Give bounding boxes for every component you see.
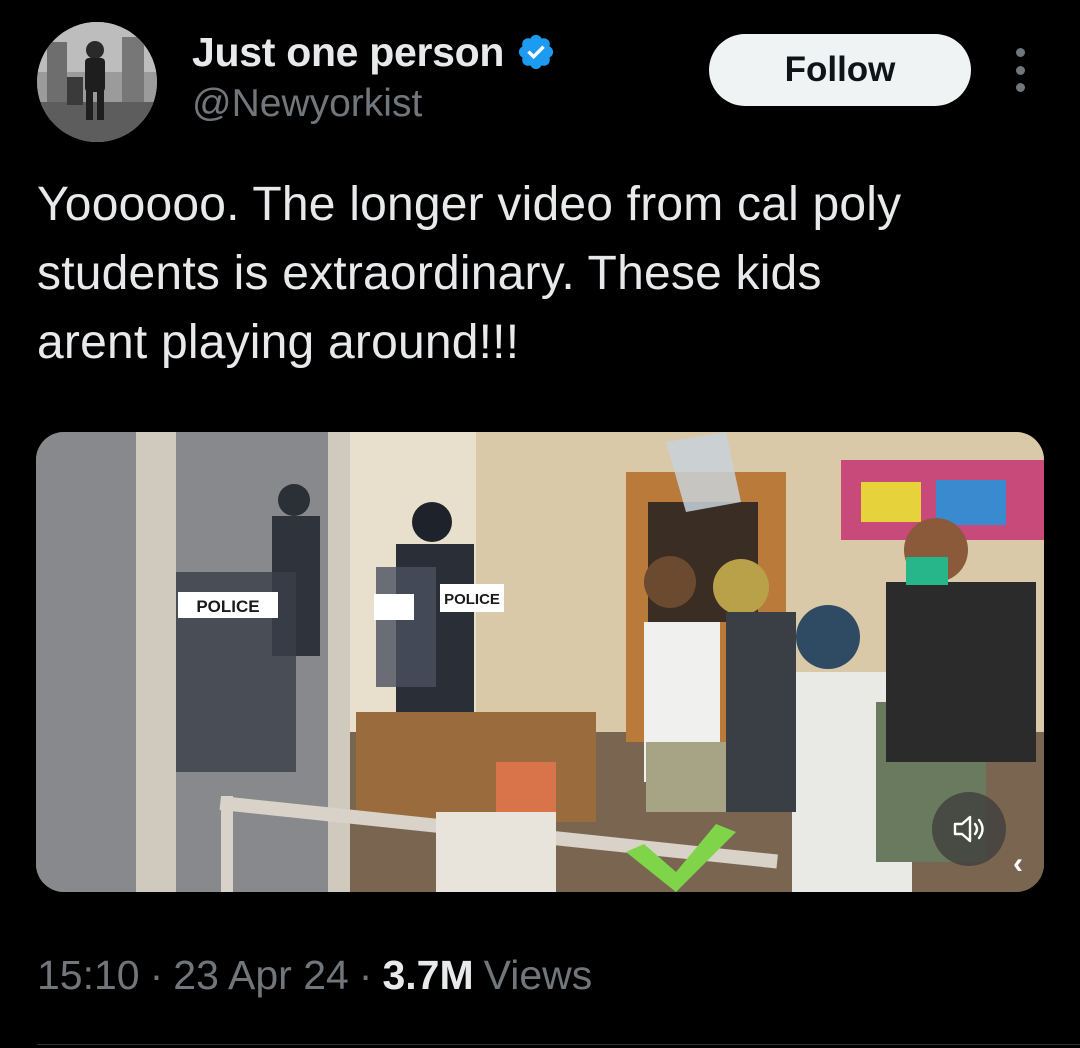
speaker-muted-icon	[953, 815, 984, 843]
chevron-left-icon[interactable]: ‹	[1000, 844, 1036, 884]
follow-button[interactable]: Follow	[709, 34, 971, 106]
mute-button[interactable]	[932, 792, 1006, 866]
police-label: POLICE	[444, 591, 500, 608]
more-dot	[1015, 48, 1025, 57]
police-label: POLICE	[196, 597, 259, 616]
more-options-icon[interactable]	[1000, 44, 1040, 96]
tweet-text-line: students is extraordinary. These kids	[37, 247, 822, 300]
video-player[interactable]: POLICE POLICE ‹	[36, 432, 1044, 892]
avatar-photo	[37, 22, 157, 142]
views-label: Views	[483, 952, 593, 998]
author-name-row[interactable]: Just one person	[192, 28, 556, 76]
meta-separator: ·	[149, 952, 164, 998]
avatar[interactable]	[37, 22, 157, 142]
views-count: 3.7M	[382, 952, 474, 998]
tweet-text-line: Yoooooo. The longer video from cal poly	[37, 178, 902, 231]
tweet-date[interactable]: 23 Apr 24	[173, 952, 349, 999]
tweet: Just one person @Newyorkist Follow Yoooo…	[0, 0, 1080, 1048]
author-handle[interactable]: @Newyorkist	[192, 82, 422, 126]
more-dot	[1015, 65, 1025, 75]
verified-badge-icon	[516, 32, 556, 72]
tweet-metadata: 15:10 · 23 Apr 24 · 3.7M Views	[37, 952, 592, 999]
tweet-time[interactable]: 15:10	[37, 952, 140, 999]
video-frame: POLICE POLICE	[36, 432, 1044, 892]
more-dot	[1015, 83, 1025, 92]
author-display-name[interactable]: Just one person	[192, 29, 504, 76]
divider	[37, 1044, 1080, 1045]
tweet-text-line: arent playing around!!!	[37, 316, 520, 369]
meta-separator: ·	[358, 952, 373, 998]
tweet-text: Yoooooo. The longer video from cal poly …	[37, 170, 1047, 377]
